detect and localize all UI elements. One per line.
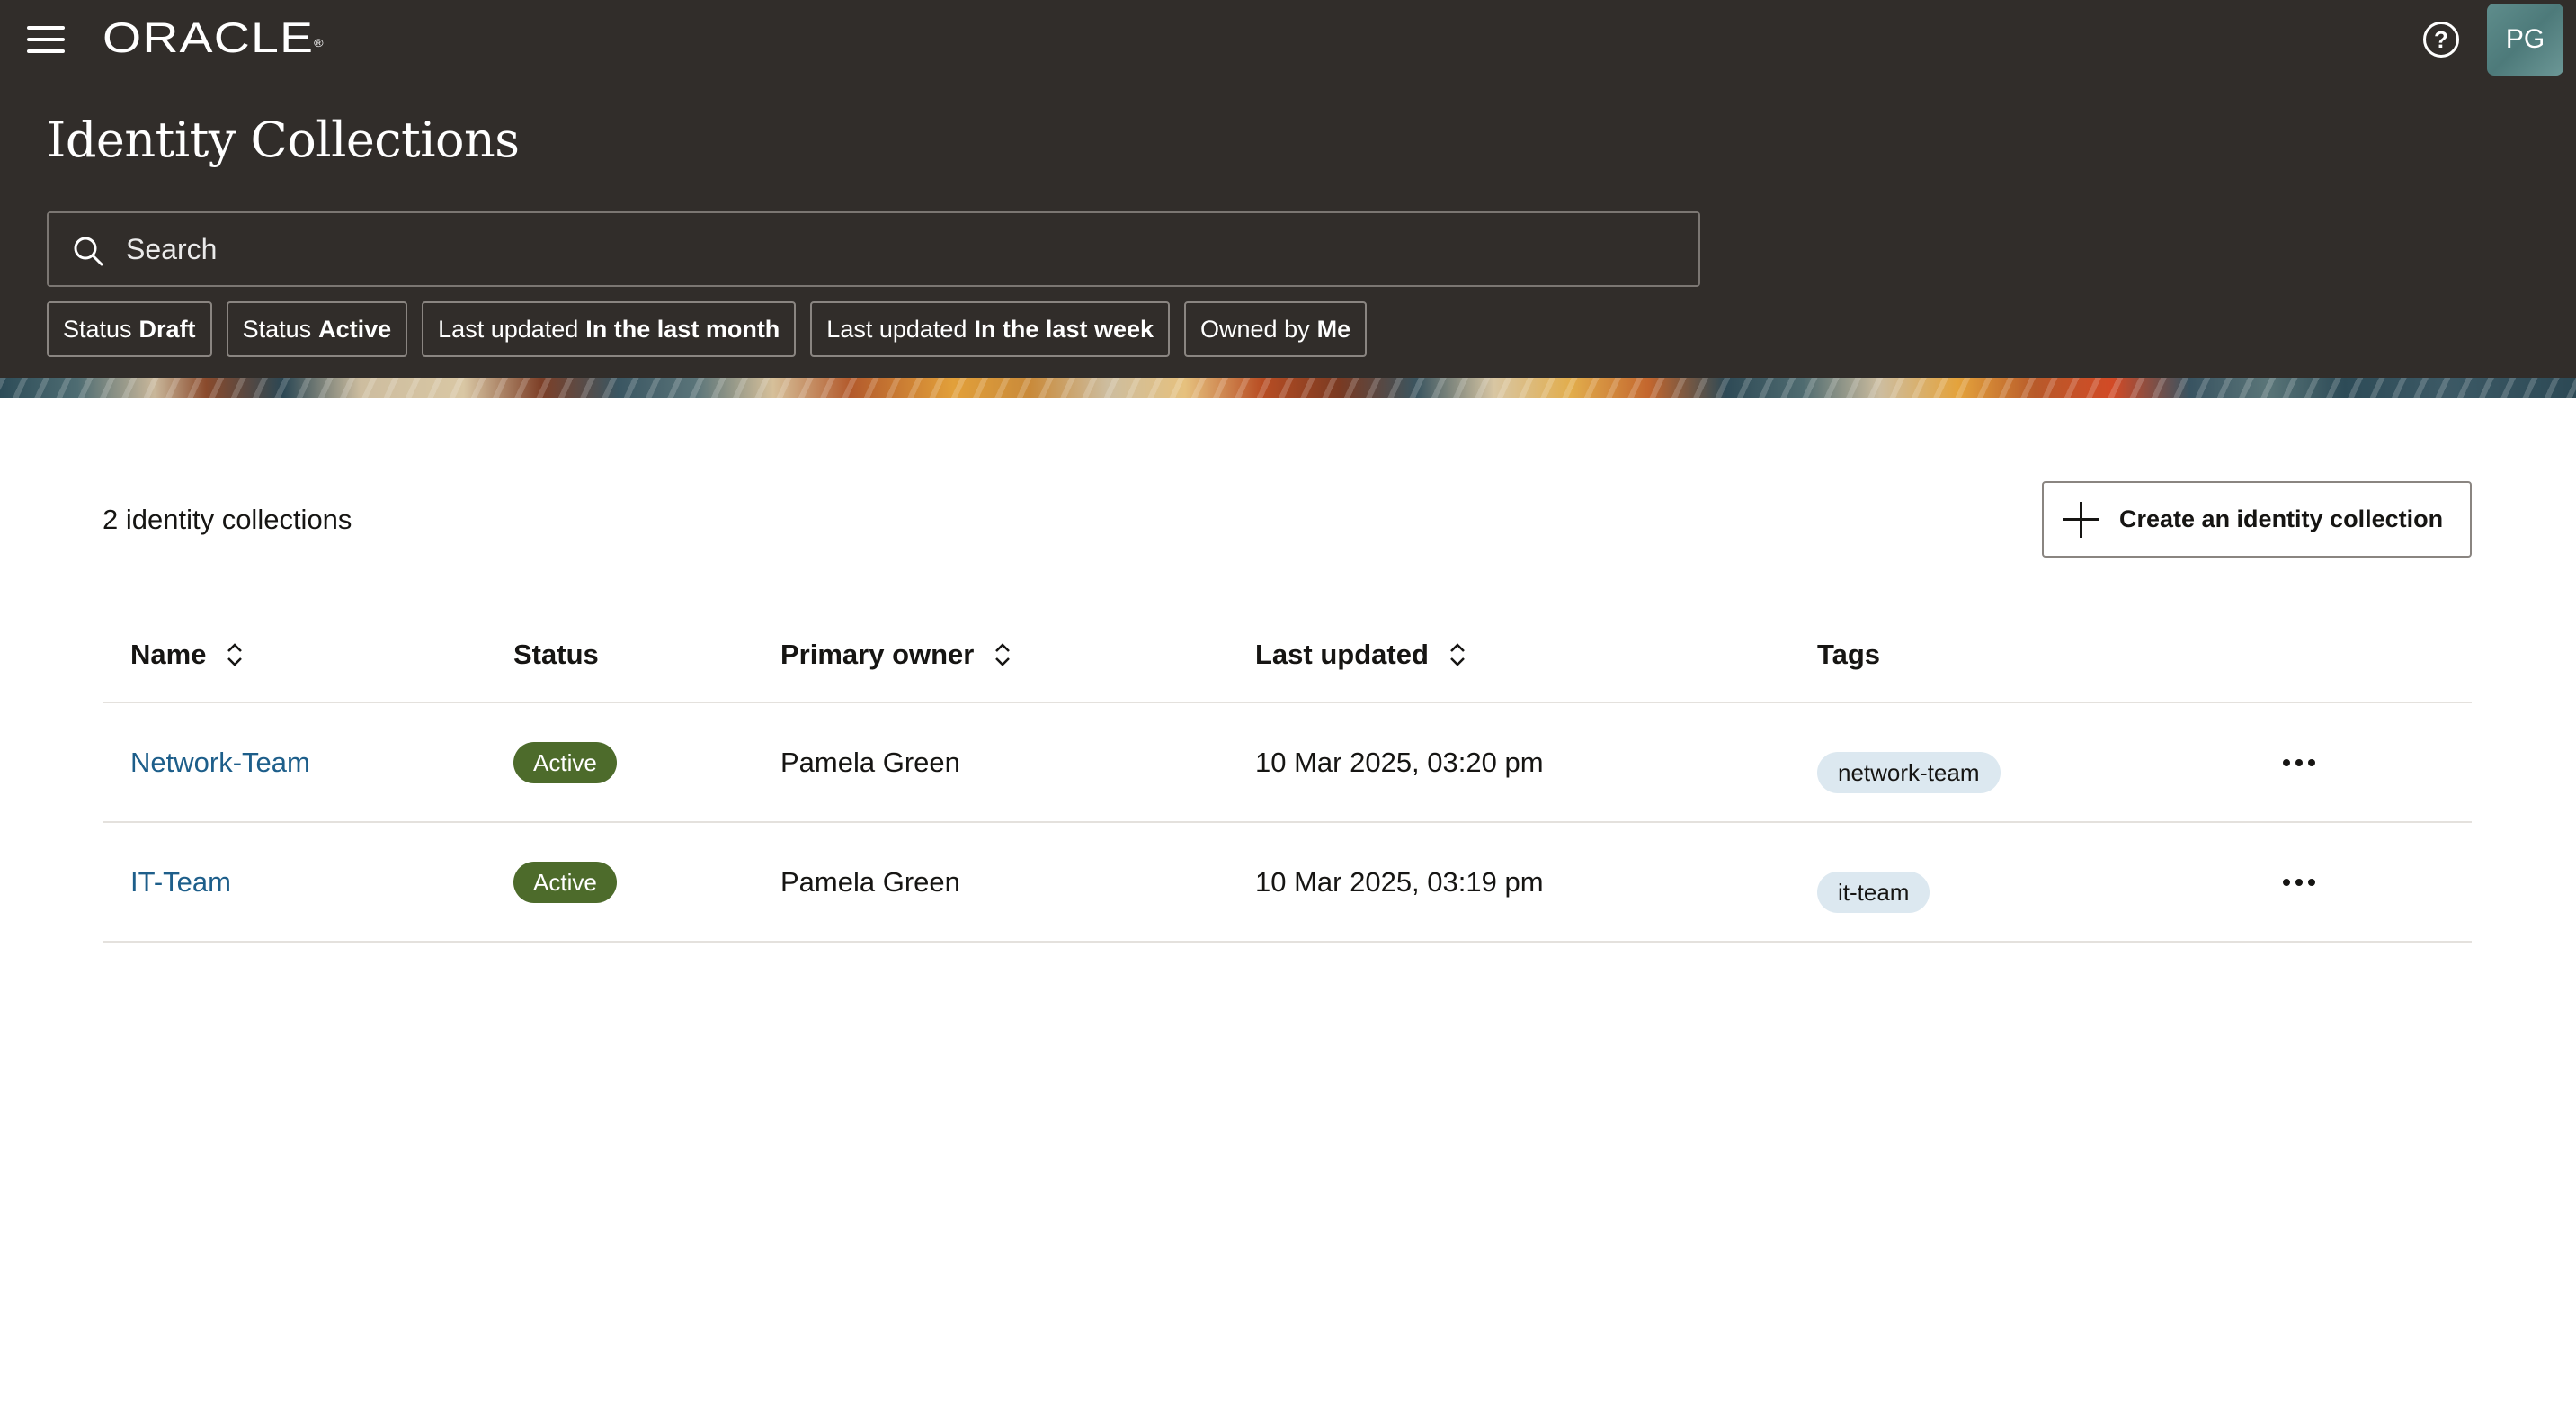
- collection-count: 2 identity collections: [103, 504, 352, 535]
- table-row: Network-Team Active Pamela Green 10 Mar …: [103, 703, 2472, 823]
- filter-chip-label: Status: [242, 315, 312, 343]
- tag-chip[interactable]: network-team: [1817, 751, 2001, 793]
- create-identity-collection-button[interactable]: Create an identity collection: [2042, 481, 2472, 558]
- filter-chip-value: Draft: [138, 315, 196, 343]
- collection-name-link[interactable]: Network-Team: [130, 747, 310, 779]
- last-updated: 10 Mar 2025, 03:20 pm: [1255, 746, 1544, 778]
- column-header-name[interactable]: Name: [130, 639, 244, 671]
- sort-icon[interactable]: [994, 640, 1012, 669]
- column-header-status: Status: [513, 639, 599, 670]
- table-row: IT-Team Active Pamela Green 10 Mar 2025,…: [103, 823, 2472, 943]
- table-header: Name Status Primary owner Last updated T: [103, 621, 2472, 703]
- filter-chip-value: Me: [1316, 315, 1351, 343]
- filter-chip-value: In the last month: [585, 315, 780, 343]
- hamburger-menu-icon[interactable]: [27, 23, 67, 56]
- oracle-logo[interactable]: ORACLE®: [103, 13, 325, 63]
- primary-owner: Pamela Green: [780, 746, 960, 778]
- filter-chip-value: Active: [318, 315, 392, 343]
- search-input[interactable]: [126, 213, 1672, 285]
- filter-chip-owned-by-me[interactable]: Owned by Me: [1184, 301, 1368, 357]
- help-icon[interactable]: ?: [2423, 22, 2459, 58]
- collection-name-link[interactable]: IT-Team: [130, 866, 231, 899]
- filter-chips: Status Draft Status Active Last updated …: [47, 301, 1368, 357]
- more-actions-icon[interactable]: [2272, 703, 2326, 821]
- app-header: ORACLE® ? PG Identity Collections Status…: [0, 0, 2576, 378]
- create-button-label: Create an identity collection: [2119, 505, 2444, 532]
- status-badge: Active: [513, 861, 617, 903]
- filter-chip-updated-last-week[interactable]: Last updated In the last week: [810, 301, 1171, 357]
- decorative-banner: [0, 378, 2576, 398]
- status-badge: Active: [513, 741, 617, 783]
- column-header-tags: Tags: [1817, 639, 1881, 670]
- filter-chip-updated-last-month[interactable]: Last updated In the last month: [422, 301, 797, 357]
- column-header-primary-owner[interactable]: Primary owner: [780, 639, 1012, 671]
- filter-chip-status-draft[interactable]: Status Draft: [47, 301, 212, 357]
- sort-icon[interactable]: [1448, 640, 1466, 669]
- avatar[interactable]: PG: [2487, 4, 2563, 76]
- filter-chip-label: Last updated: [438, 315, 579, 343]
- plus-icon: [2063, 501, 2099, 538]
- identity-collections-table: Name Status Primary owner Last updated T: [103, 621, 2472, 943]
- page-title: Identity Collections: [47, 112, 520, 168]
- search-icon: [74, 237, 103, 266]
- column-header-last-updated[interactable]: Last updated: [1255, 639, 1466, 671]
- last-updated: 10 Mar 2025, 03:19 pm: [1255, 865, 1544, 898]
- sort-icon[interactable]: [226, 640, 244, 669]
- filter-chip-label: Owned by: [1200, 315, 1310, 343]
- more-actions-icon[interactable]: [2272, 823, 2326, 941]
- filter-chip-label: Status: [63, 315, 132, 343]
- filter-chip-label: Last updated: [826, 315, 967, 343]
- primary-owner: Pamela Green: [780, 865, 960, 898]
- tag-chip[interactable]: it-team: [1817, 871, 1930, 913]
- search-box[interactable]: [47, 211, 1700, 287]
- filter-chip-status-active[interactable]: Status Active: [226, 301, 408, 357]
- filter-chip-value: In the last week: [974, 315, 1154, 343]
